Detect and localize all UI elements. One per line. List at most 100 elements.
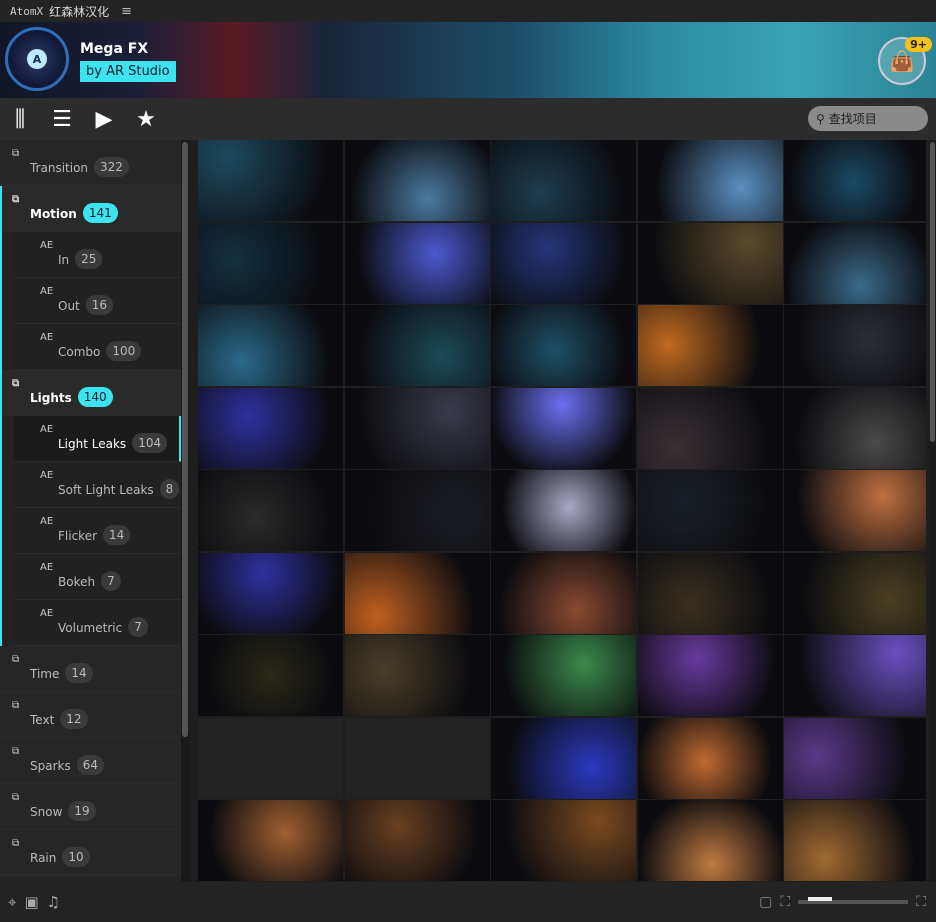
preset-thumbnail[interactable] (198, 305, 343, 386)
preset-thumbnail[interactable] (198, 635, 343, 716)
sidebar-item-transition[interactable]: ⧉ Transition 322 (0, 140, 181, 186)
hamburger-icon[interactable]: ≡ (121, 4, 132, 19)
sidebar-item-flicker[interactable]: AE Flicker 14 (14, 508, 181, 554)
preset-thumbnail[interactable] (198, 387, 343, 469)
count-badge: 141 (82, 203, 118, 223)
preset-thumbnail[interactable] (198, 552, 343, 634)
preset-thumbnail[interactable] (491, 470, 636, 551)
sidebar-item-sparks[interactable]: ⧉ Sparks 64 (0, 738, 181, 784)
sidebar-item-motion[interactable]: ⧉ Motion 141 (0, 186, 181, 232)
preset-thumbnail[interactable] (491, 222, 636, 304)
count-badge: 322 (94, 157, 129, 177)
preset-thumbnail[interactable] (491, 305, 636, 386)
sidebar-item-in[interactable]: AE In 25 (14, 232, 181, 278)
sidebar-item-label: Lights (30, 391, 72, 405)
preset-thumbnail[interactable] (784, 800, 926, 881)
preset-thumbnail[interactable] (344, 387, 490, 469)
ae-file-icon: AE (40, 424, 54, 435)
video-icon[interactable]: ▣ (24, 893, 38, 911)
music-icon[interactable]: ♫ (47, 893, 60, 911)
folder-icon: ⧉ (12, 148, 20, 159)
ae-file-icon: AE (40, 332, 54, 343)
grid-scroll-thumb[interactable] (930, 142, 935, 442)
preset-thumbnail[interactable] (198, 222, 343, 304)
preset-thumbnail[interactable] (637, 635, 783, 716)
preset-thumbnail[interactable] (491, 387, 636, 469)
preset-thumbnail[interactable] (784, 140, 926, 221)
sidebar-item-combo[interactable]: AE Combo 100 (14, 324, 181, 370)
preset-thumbnail[interactable] (491, 717, 636, 799)
sidebar-item-text[interactable]: ⧉ Text 12 (0, 692, 181, 738)
thumbnail-size-slider[interactable] (798, 897, 909, 904)
count-badge: 16 (85, 295, 114, 315)
preset-thumbnail[interactable] (491, 552, 636, 634)
grid-scrollbar[interactable] (929, 140, 936, 882)
preset-thumbnail[interactable] (784, 717, 926, 799)
expand-icon[interactable]: ⛶ (916, 894, 926, 910)
preset-thumbnail[interactable] (637, 717, 783, 799)
preset-thumbnail[interactable] (637, 305, 783, 386)
count-badge: 7 (128, 617, 148, 637)
lock-icon[interactable]: ▢ (759, 894, 772, 910)
video-preview-icon[interactable]: ▶ (92, 107, 116, 132)
preset-thumbnail[interactable] (344, 470, 490, 551)
cart-button[interactable]: 👜 9+ (878, 37, 932, 85)
sliders-icon[interactable]: ⫼ (8, 107, 32, 132)
preset-thumbnail[interactable] (491, 635, 636, 716)
slider-handle[interactable] (808, 897, 833, 901)
preset-thumbnail[interactable] (637, 387, 783, 469)
bottom-bar: ⌖ ▣ ♫ ▢ ⛶ ⛶ (0, 882, 936, 922)
preset-thumbnail[interactable] (491, 800, 636, 881)
preset-thumbnail[interactable] (637, 800, 783, 881)
favorites-star-icon[interactable]: ★ (134, 107, 158, 132)
sidebar-item-out[interactable]: AE Out 16 (14, 278, 181, 324)
sidebar-item-label: Soft Light Leaks (58, 483, 154, 497)
search-input[interactable]: ⚲ 查找项目 (808, 106, 928, 131)
app-name: AtomX (10, 4, 44, 18)
preset-thumbnail[interactable] (637, 140, 783, 221)
preset-thumbnail[interactable] (637, 222, 783, 304)
preset-thumbnail[interactable] (637, 552, 783, 634)
sidebar-item-time[interactable]: ⧉ Time 14 (0, 646, 181, 692)
folder-icon: ⧉ (12, 792, 20, 803)
preset-thumbnail[interactable] (784, 635, 926, 716)
sidebar-item-lights[interactable]: ⧉ Lights 140 (0, 370, 181, 416)
sidebar-item-soft-light-leaks[interactable]: AE Soft Light Leaks 8 (14, 462, 181, 508)
preset-thumbnail[interactable] (344, 552, 490, 634)
count-badge: 14 (103, 525, 131, 545)
category-sidebar: ⧉ Transition 322 ⧉ Motion 141 AE In 25 AE Out 16 AE C… (0, 140, 181, 882)
sidebar-item-snow[interactable]: ⧉ Snow 19 (0, 784, 181, 830)
preset-thumbnail[interactable] (344, 305, 490, 386)
preset-thumbnail[interactable] (784, 387, 926, 469)
sidebar-item-bokeh[interactable]: AE Bokeh 7 (14, 554, 181, 600)
preset-thumbnail[interactable] (784, 222, 926, 304)
ae-file-icon: AE (40, 608, 54, 619)
sidebar-scroll-thumb[interactable] (182, 142, 188, 737)
shrink-icon[interactable]: ⛶ (780, 894, 790, 910)
sidebar-item-label: Snow (30, 805, 63, 819)
preset-thumbnail[interactable] (344, 140, 490, 221)
sidebar-scrollbar[interactable] (181, 140, 189, 882)
studio-link[interactable]: by AR Studio (80, 61, 176, 82)
zoom-controls: ▢ ⛶ ⛶ (759, 894, 926, 910)
list-view-icon[interactable]: ☰ (50, 107, 74, 132)
target-icon[interactable]: ⌖ (8, 893, 16, 911)
preset-thumbnail[interactable] (784, 470, 926, 551)
search-icon: ⚲ (816, 111, 825, 126)
preset-thumbnail[interactable] (491, 140, 636, 221)
folder-icon: ⧉ (12, 654, 20, 665)
sidebar-item-light-leaks[interactable]: AE Light Leaks 104 (14, 416, 181, 462)
preset-thumbnail[interactable] (637, 470, 783, 551)
preset-thumbnail[interactable] (784, 305, 926, 386)
preset-thumbnail[interactable] (198, 470, 343, 551)
preset-thumbnail[interactable] (344, 800, 490, 881)
preset-thumbnail[interactable] (344, 635, 490, 716)
sidebar-item-rain[interactable]: ⧉ Rain 10 (0, 830, 181, 876)
count-badge: 10 (62, 847, 90, 867)
sidebar-item-volumetric[interactable]: AE Volumetric 7 (14, 600, 181, 646)
sidebar-item-label: In (58, 253, 70, 267)
preset-thumbnail[interactable] (784, 552, 926, 634)
preset-thumbnail[interactable] (198, 140, 343, 221)
preset-thumbnail[interactable] (198, 800, 343, 881)
preset-thumbnail[interactable] (344, 222, 490, 304)
